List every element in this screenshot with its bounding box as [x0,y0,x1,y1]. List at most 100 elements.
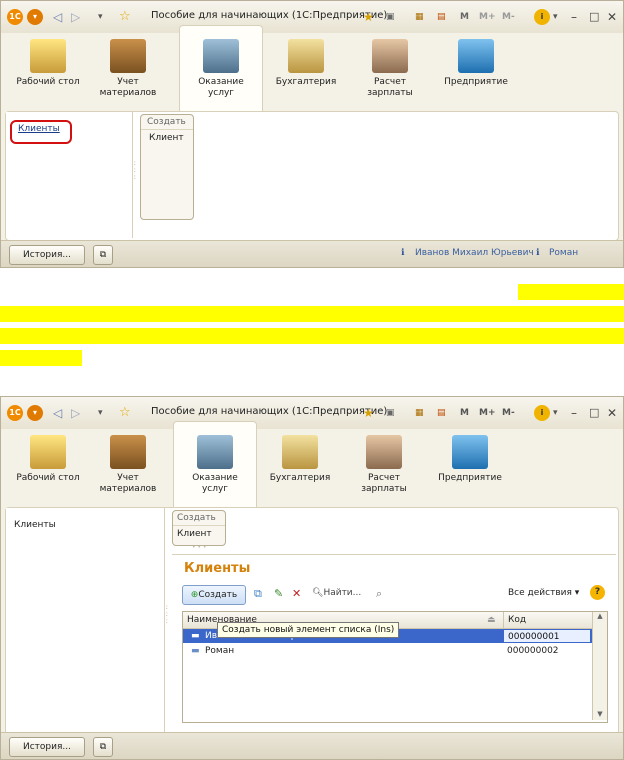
calendar-icon[interactable]: ▤ [437,405,446,421]
section-desktop[interactable]: Рабочий стол [13,39,83,88]
memory-m-button[interactable]: M [460,405,469,421]
app-window-2: 1С ▾ ◁ ▷ ▾ ☆ Пособие для начинающих (1С:… [0,396,624,760]
memory-mminus-button[interactable]: M- [502,9,515,25]
help-icon[interactable]: ? [590,585,605,600]
history-dropdown-icon[interactable]: ▾ [98,9,103,25]
back-icon[interactable]: ◁ [53,405,62,421]
history-button[interactable]: История... [9,245,85,265]
section-accounting[interactable]: Бухгалтерия [265,435,335,484]
col-code-header[interactable]: Код [503,612,526,628]
collapse-handle[interactable]: • • • [192,544,206,551]
info-user-icon: ℹ [401,248,405,258]
history-icon[interactable]: ▣ [386,405,395,421]
section-label: Учет материалов [99,77,157,98]
favorites-star-icon[interactable]: ☆ [119,9,131,25]
maximize-icon[interactable]: □ [589,405,599,421]
section-accounting[interactable]: Бухгалтерия [271,39,341,88]
forward-icon[interactable]: ▷ [71,405,80,421]
section-payroll[interactable]: Расчет зарплаты [349,435,419,495]
all-actions-label: Все действия [508,588,572,598]
add-favorite-icon[interactable]: ★ [363,405,374,421]
windows-icon[interactable]: ⧉ [93,737,113,757]
user-name[interactable]: Иванов Михаил Юрьевич [415,248,534,258]
section-label: Бухгалтерия [269,473,331,483]
section-services[interactable]: Оказание услуг [180,435,250,495]
vertical-scrollbar[interactable]: ▲ ▼ [592,612,607,720]
scroll-up-icon[interactable]: ▲ [593,612,607,620]
memory-mplus-button[interactable]: M+ [479,405,496,421]
calculator-icon[interactable]: ▦ [415,405,424,421]
section-payroll[interactable]: Расчет зарплаты [355,39,425,99]
history-dropdown-icon[interactable]: ▾ [98,405,103,421]
nav-item-clients[interactable]: Клиенты [14,520,56,530]
minimize-icon[interactable]: – [571,405,577,421]
cash-register-icon [197,435,233,469]
1c-logo-icon[interactable]: 1С [7,405,23,421]
navigation-panel: Клиенты ::: [6,508,168,732]
section-label: Оказание услуг [192,473,238,494]
menu-icon[interactable]: ▾ [27,405,43,421]
create-panel: Создать Клиент [140,114,194,220]
menu-icon[interactable]: ▾ [27,9,43,25]
maximize-icon[interactable]: □ [589,9,599,25]
nav-link-clients[interactable]: Клиенты [18,124,60,134]
status-bar: История... ⧉ ℹ Иванов Михаил Юрьевич ℹ Р… [1,240,623,267]
section-label: Оказание услуг [198,77,244,98]
find-button[interactable]: 🔍︎Найти... [312,588,361,598]
calculator-icon[interactable]: ▦ [415,9,424,25]
section-desktop[interactable]: Рабочий стол [13,435,83,484]
cancel-search-icon[interactable]: ⌕ [376,587,382,601]
section-materials[interactable]: Учет материалов [93,39,163,99]
create-item-client[interactable]: Клиент [141,130,193,146]
close-icon[interactable]: ✕ [607,9,617,25]
info-icon[interactable]: i [534,405,550,421]
section-label: Учет материалов [99,473,157,494]
section-materials[interactable]: Учет материалов [93,435,163,495]
close-icon[interactable]: ✕ [607,405,617,421]
info-dropdown-icon[interactable]: ▾ [553,405,558,421]
history-icon[interactable]: ▣ [386,9,395,25]
table-row[interactable]: ▬ Роман 000000002 [183,644,607,658]
windows-icon[interactable]: ⧉ [93,245,113,265]
copy-icon[interactable]: ⧉ [254,587,262,601]
cell-code: 000000002 [507,646,559,656]
people-icon [372,39,408,73]
splitter-handle[interactable]: ::: [166,604,168,625]
create-item-client[interactable]: Клиент [173,526,225,542]
favorites-star-icon[interactable]: ☆ [119,405,131,421]
memory-mminus-button[interactable]: M- [502,405,515,421]
info-user2-icon: ℹ [536,248,540,258]
memory-m-button[interactable]: M [460,9,469,25]
splitter-handle[interactable]: ::: [134,160,136,181]
section-enterprise[interactable]: Предприятие [441,39,511,88]
memory-mplus-button[interactable]: M+ [479,9,496,25]
info-dropdown-icon[interactable]: ▾ [553,9,558,25]
section-label: Бухгалтерия [275,77,337,87]
info-icon[interactable]: i [534,9,550,25]
row-dash-icon: ▬ [191,631,200,641]
coins-icon [282,435,318,469]
delete-mark-icon[interactable]: ✕ [292,587,301,600]
scroll-down-icon[interactable]: ▼ [593,710,607,718]
back-icon[interactable]: ◁ [53,9,62,25]
history-button[interactable]: История... [9,737,85,757]
section-enterprise[interactable]: Предприятие [435,435,505,484]
create-button[interactable]: ⊕Создать [182,585,246,605]
desk-lamp-icon [30,39,66,73]
cell-code: 000000001 [503,629,591,643]
minimize-icon[interactable]: – [571,9,577,25]
1c-logo-icon[interactable]: 1С [7,9,23,25]
user-name-2[interactable]: Роман [549,248,578,258]
create-button-label: Создать [198,590,238,600]
section-label: Рабочий стол [16,77,80,87]
highlight-bar-2 [0,306,624,322]
all-actions-menu[interactable]: Все действия ▾ [508,588,579,598]
highlight-bar-4 [0,350,82,366]
calendar-icon[interactable]: ▤ [437,9,446,25]
forward-icon[interactable]: ▷ [71,9,80,25]
edit-pencil-icon[interactable]: ✎ [274,587,283,600]
section-label: Предприятие [444,77,508,87]
highlight-bar-3 [0,328,624,344]
add-favorite-icon[interactable]: ★ [363,9,374,25]
section-services[interactable]: Оказание услуг [186,39,256,99]
